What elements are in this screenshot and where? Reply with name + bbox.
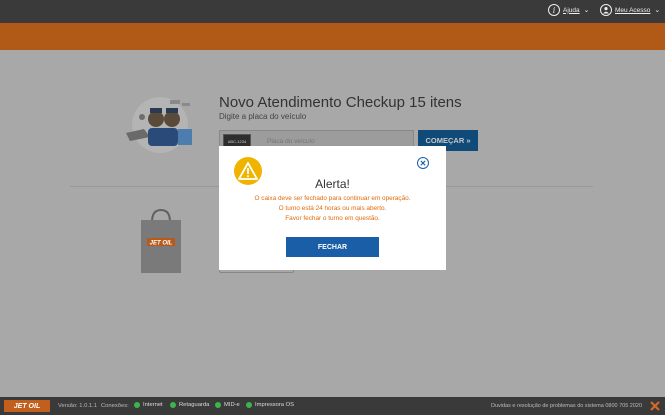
status-dot-icon: [170, 402, 176, 408]
alert-line: O turno está 24 horas ou mais aberto.: [278, 205, 387, 212]
status-dot-icon: [134, 402, 140, 408]
connections-label: Conexões:: [101, 403, 129, 409]
page-title: Novo Atendimento Checkup 15 itens: [219, 94, 462, 111]
shopping-bag-icon: JET OIL: [141, 208, 181, 273]
connection-name: MID-e: [224, 402, 240, 408]
account-label: Meu Acesso: [615, 6, 651, 14]
close-button[interactable]: FECHAR: [286, 237, 379, 257]
chevron-down-icon: ⌄: [654, 7, 661, 14]
account-menu[interactable]: Meu Acesso ⌄: [600, 4, 660, 16]
chevron-down-icon: ⌄: [583, 7, 590, 14]
mechanics-illustration: [126, 97, 192, 153]
brand-bar: [0, 23, 665, 50]
support-text: Duvidas e resolução de problemas do sist…: [491, 403, 643, 409]
jet-oil-logo: JET OIL: [4, 400, 50, 412]
user-icon: [600, 4, 612, 16]
connection-status: Internet: [134, 402, 163, 408]
connection-status: MID-e: [215, 402, 240, 408]
top-bar: i Ajuda ⌄ Meu Acesso ⌄: [0, 0, 665, 23]
info-icon: i: [548, 4, 560, 16]
plate-input[interactable]: [267, 137, 397, 145]
alert-title: Alerta!: [315, 177, 350, 191]
close-icon[interactable]: ✕: [417, 157, 429, 169]
page-subtitle: Digite a placa do veículo: [219, 112, 307, 121]
status-dot-icon: [215, 402, 221, 408]
help-menu[interactable]: i Ajuda ⌄: [548, 4, 590, 16]
connection-status: Impressora OS: [246, 402, 294, 408]
status-dot-icon: [246, 402, 252, 408]
brand-x-icon: [650, 401, 660, 411]
connection-name: Retaguarda: [179, 402, 210, 408]
connection-name: Internet: [143, 402, 163, 408]
connection-status: Retaguarda: [170, 402, 209, 408]
connection-name: Impressora OS: [255, 402, 294, 408]
help-label: Ajuda: [563, 6, 580, 14]
alert-message: O caixa deve ser fechado para continuar …: [219, 194, 446, 224]
bag-logo: JET OIL: [150, 241, 173, 247]
alert-line: O caixa deve ser fechado para continuar …: [254, 195, 411, 202]
alert-line: Favor fechar o turno em questão.: [285, 215, 380, 222]
version-label: Versão: 1.0.1.1: [58, 403, 97, 409]
